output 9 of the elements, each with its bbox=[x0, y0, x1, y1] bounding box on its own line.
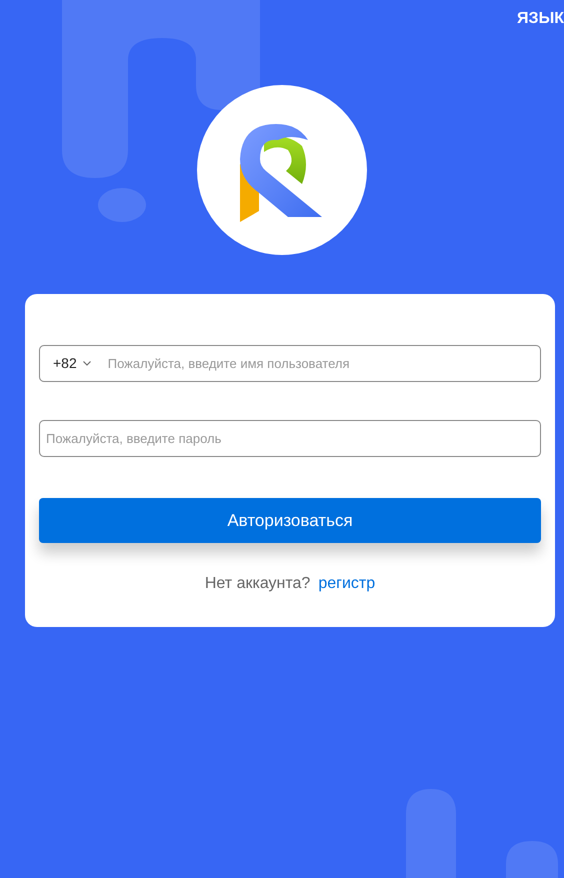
chevron-down-icon bbox=[82, 361, 91, 366]
country-code-dropdown[interactable]: +82 bbox=[53, 353, 91, 374]
register-link[interactable]: регистр bbox=[318, 572, 376, 596]
logo-icon bbox=[240, 124, 324, 222]
password-field[interactable]: Пожалуйста, введите пароль bbox=[39, 420, 541, 457]
login-button[interactable]: Авторизоваться bbox=[39, 498, 541, 543]
language-button[interactable]: ЯЗЫК bbox=[517, 9, 564, 29]
username-field[interactable]: +82 Пожалуйста, введите имя пользователя bbox=[39, 345, 541, 382]
no-account-text: Нет аккаунта? bbox=[204, 574, 310, 594]
